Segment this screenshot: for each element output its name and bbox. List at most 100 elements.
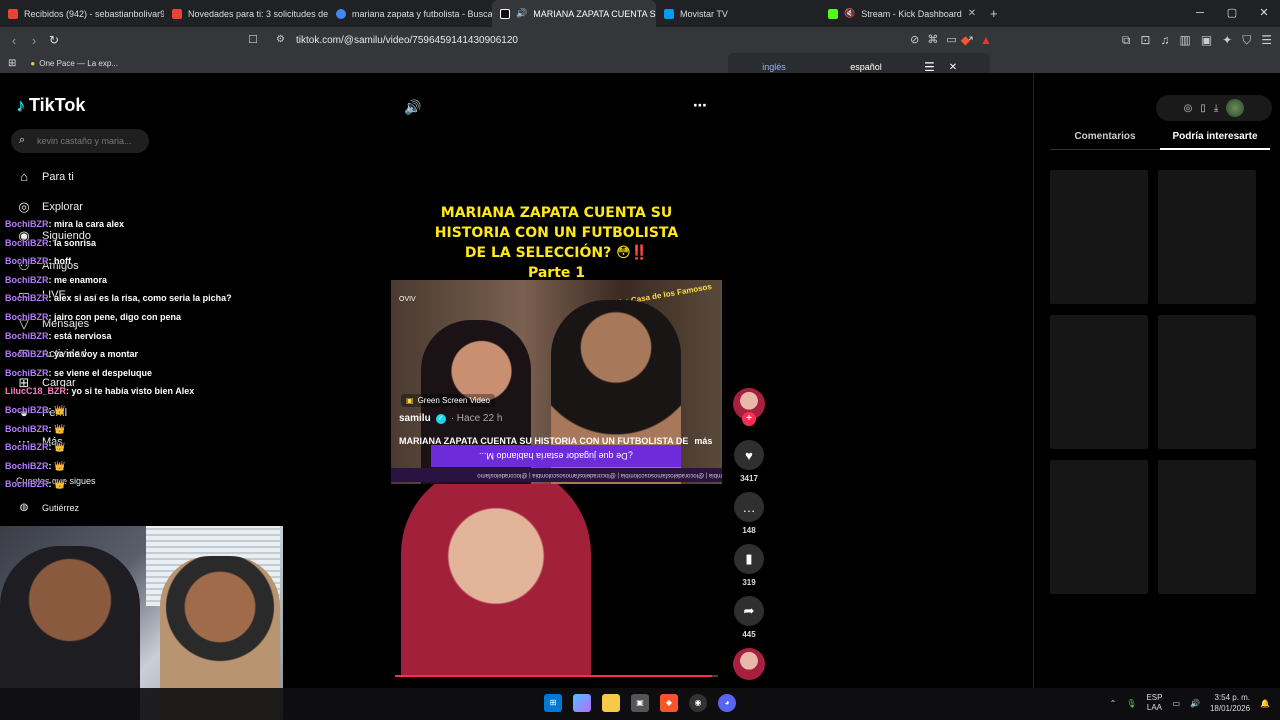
- chat-username: BochiBZR: [5, 311, 49, 322]
- tab-kick[interactable]: 🔇 Stream - Kick Dashboard ✕: [820, 0, 984, 27]
- scene-ticker: mbia | @locoradelosfamososcolombia | @lo…: [391, 468, 722, 482]
- menu-icon[interactable]: ☰: [1261, 33, 1272, 47]
- vpn-icon[interactable]: ⛉: [1242, 33, 1251, 48]
- chat-text: : 👑: [48, 460, 66, 471]
- chat-message: BochiBZR: me enamora: [5, 273, 232, 292]
- folder-icon: ●: [30, 58, 36, 68]
- browser-tab-bar: Recibidos (942) - sebastianbolivar90 Nov…: [0, 0, 1280, 27]
- minimize-icon[interactable]: ─: [1184, 0, 1216, 27]
- tab-label: Novedades para ti: 3 solicitudes de a: [188, 8, 328, 19]
- discord-icon[interactable]: ◕: [718, 694, 736, 712]
- caption-more-link[interactable]: más: [694, 436, 712, 446]
- movistar-icon: [664, 8, 674, 19]
- clock[interactable]: 3:54 p. m. 18/01/2026: [1210, 692, 1250, 714]
- forward-icon[interactable]: ›: [24, 33, 44, 48]
- apps-grid-icon[interactable]: ⊞: [8, 58, 16, 69]
- nav-para-ti[interactable]: ⌂ Para ti: [16, 169, 74, 184]
- tiktok-icon: [500, 8, 510, 19]
- time-label: 3:54 p. m.: [1214, 693, 1251, 702]
- following-account-item[interactable]: ◍ Gutiérrez: [16, 502, 79, 513]
- nav-label: Explorar: [42, 201, 83, 213]
- comment-button[interactable]: … 148: [732, 492, 766, 535]
- windows-start-icon[interactable]: ⊞: [544, 694, 562, 712]
- close-tab-icon[interactable]: ✕: [968, 8, 976, 19]
- phone-icon[interactable]: ▯: [1200, 103, 1206, 114]
- obs-icon[interactable]: ◉: [689, 694, 707, 712]
- suggested-video-thumb[interactable]: [1050, 460, 1148, 594]
- copilot-icon[interactable]: [573, 694, 591, 712]
- volume-icon[interactable]: 🔊: [404, 99, 421, 116]
- suggested-video-thumb[interactable]: [1158, 460, 1256, 594]
- chat-message: LilucC18_BZR: yo si te había visto bien …: [5, 384, 232, 403]
- store-icon[interactable]: ▣: [631, 694, 649, 712]
- top-right-toolbar: ◎ ▯ ⤓: [1156, 95, 1272, 121]
- nav-explorar[interactable]: ◎ Explorar: [16, 199, 83, 215]
- video-progress-bar[interactable]: [395, 675, 718, 677]
- kick-icon: [828, 8, 838, 19]
- tiktok-logo[interactable]: ♪ TikTok: [16, 95, 85, 116]
- title-line: MARIANA ZAPATA CUENTA SU: [440, 205, 673, 221]
- tab-comentarios[interactable]: Comentarios: [1050, 131, 1160, 150]
- sound-avatar-button[interactable]: [732, 648, 766, 680]
- music-icon[interactable]: ♫: [1160, 33, 1169, 47]
- notifications-icon[interactable]: 🔔: [1260, 699, 1270, 708]
- like-button[interactable]: ♥ 3417: [732, 440, 766, 483]
- maximize-icon[interactable]: ▢: [1216, 0, 1248, 27]
- bookmark-one-pace[interactable]: One Pace — La exp...: [39, 59, 118, 68]
- translate-lang-spanish[interactable]: español: [820, 62, 912, 72]
- video-author[interactable]: samilu ✓ · Hace 22 h: [399, 413, 502, 424]
- rewards-icon[interactable]: ▲: [980, 33, 992, 47]
- video-player[interactable]: MARIANA ZAPATA CUENTA SU HISTORIA CON UN…: [391, 193, 722, 677]
- save-button[interactable]: ▮ 319: [732, 544, 766, 587]
- search-input[interactable]: ⌕ kevin castaño y maria...: [11, 129, 149, 153]
- tab-google-search[interactable]: mariana zapata y futbolista - Buscar: [328, 0, 492, 27]
- tab-gmail-novedades[interactable]: Novedades para ti: 3 solicitudes de a: [164, 0, 328, 27]
- title-line: HISTORIA CON UN FUTBOLISTA: [434, 225, 679, 241]
- address-bar[interactable]: ⚙ tiktok.com/@samilu/video/7596459141430…: [270, 29, 990, 51]
- video-more-icon[interactable]: ⋯: [693, 97, 707, 114]
- bookmark-icon[interactable]: ☐: [248, 33, 258, 46]
- back-icon[interactable]: ‹: [4, 33, 24, 48]
- green-screen-tag[interactable]: ▣ Green Screen Video: [401, 394, 495, 407]
- microphone-icon[interactable]: 🎙: [1126, 699, 1136, 708]
- video-caption: MARIANA ZAPATA CUENTA SU HISTORIA CON UN…: [399, 436, 712, 446]
- suggested-video-thumb[interactable]: [1158, 170, 1256, 304]
- network-icon[interactable]: ▭: [1172, 699, 1180, 708]
- download-icon[interactable]: ⤓: [1214, 103, 1218, 114]
- tab-podria-interesarte[interactable]: Podría interesarte: [1160, 131, 1270, 150]
- suggested-video-thumb[interactable]: [1050, 315, 1148, 449]
- translate-options-icon[interactable]: ☰: [924, 60, 935, 74]
- suggested-video-thumb[interactable]: [1050, 170, 1148, 304]
- reload-icon[interactable]: ↻: [44, 33, 64, 47]
- share-button[interactable]: ➦ 445: [732, 596, 766, 639]
- sidebar-icon[interactable]: ▥: [1179, 33, 1190, 47]
- tab-tiktok-active[interactable]: 🔊 MARIANA ZAPATA CUENTA S ✕: [492, 0, 656, 27]
- chat-message: BochiBZR: 👑: [5, 403, 232, 422]
- chat-username: LilucC18_BZR: [5, 386, 67, 397]
- chat-text: : jairo con pene, digo con pena: [48, 311, 182, 322]
- tab-movistar[interactable]: Movistar TV: [656, 0, 820, 27]
- suggested-video-thumb[interactable]: [1158, 315, 1256, 449]
- site-info-icon[interactable]: ⚙: [276, 34, 285, 45]
- follow-plus-icon[interactable]: +: [742, 412, 756, 426]
- leo-ai-icon[interactable]: ✦: [1222, 33, 1232, 47]
- screenshot-icon[interactable]: ⊡: [1140, 33, 1150, 47]
- tray-expand-icon[interactable]: ⌃: [1110, 699, 1117, 708]
- new-tab-icon[interactable]: +: [990, 6, 998, 21]
- region-label: LAA: [1146, 703, 1162, 712]
- file-explorer-icon[interactable]: [602, 694, 620, 712]
- user-avatar[interactable]: [1226, 99, 1245, 117]
- tab-gmail-inbox[interactable]: Recibidos (942) - sebastianbolivar90: [0, 0, 164, 27]
- creator-avatar-button[interactable]: +: [732, 388, 766, 426]
- brave-icon[interactable]: ◆: [660, 694, 678, 712]
- wallet-icon[interactable]: ▣: [1201, 33, 1212, 47]
- chat-username: BochiBZR: [5, 479, 49, 490]
- volume-tray-icon[interactable]: 🔊: [1190, 699, 1200, 708]
- chat-text: : hoff: [48, 256, 72, 267]
- close-window-icon[interactable]: ✕: [1248, 0, 1280, 27]
- extensions-icon[interactable]: ⧉: [1122, 33, 1131, 48]
- language-indicator[interactable]: ESP LAA: [1146, 693, 1162, 713]
- explore-icon[interactable]: ◎: [1184, 103, 1193, 114]
- translate-close-icon[interactable]: ✕: [949, 62, 957, 73]
- brave-shield-icon[interactable]: ◆: [961, 33, 970, 47]
